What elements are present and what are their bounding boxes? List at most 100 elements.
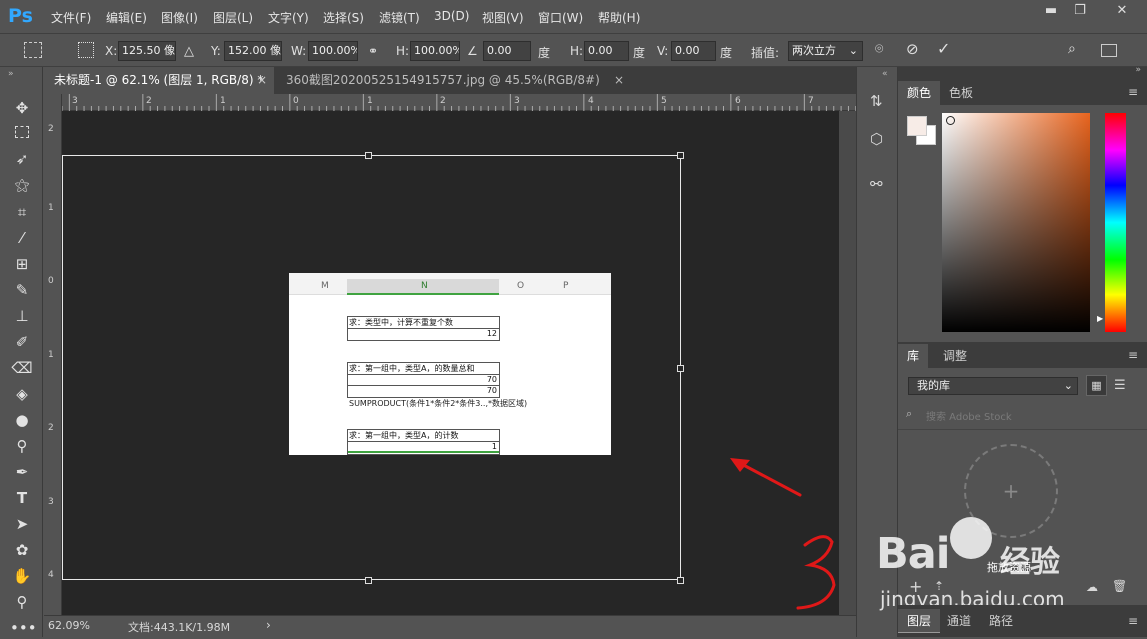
paint-bucket-tool-icon[interactable]: ◈ [10, 383, 34, 405]
transform-handle-top[interactable] [365, 152, 372, 159]
vskew-input[interactable]: 0.00 [671, 41, 716, 61]
status-menu-arrow-icon[interactable]: › [266, 618, 271, 632]
menu-filter[interactable]: 滤镜(T) [379, 9, 420, 26]
free-transform-box[interactable] [62, 155, 681, 580]
close-tab-icon[interactable]: × [257, 67, 267, 94]
blur-tool-icon[interactable]: ● [10, 409, 34, 431]
ruler-label: 4 [48, 570, 54, 580]
tab-adjustments[interactable]: 调整 [934, 344, 976, 368]
menu-help[interactable]: 帮助(H) [598, 9, 640, 26]
eraser-tool-icon[interactable]: ⌫ [10, 357, 34, 379]
paragraph-panel-icon[interactable]: ⚯ [870, 175, 883, 193]
color-field[interactable] [942, 113, 1090, 332]
tab-untitled[interactable]: 未标题-1 @ 62.1% (图层 1, RGB/8) * × [44, 67, 274, 94]
tab-color[interactable]: 颜色 [898, 81, 941, 105]
add-resource-icon[interactable]: + [909, 577, 922, 596]
collapse-toolbar-icon[interactable]: » [8, 69, 14, 79]
w-label: W: [291, 44, 307, 58]
type-tool-icon[interactable]: T [10, 487, 34, 509]
width-input[interactable]: 100.00% [308, 41, 358, 61]
panel-menu-icon[interactable]: ≡ [1128, 614, 1138, 628]
transform-handle-right[interactable] [677, 365, 684, 372]
clone-stamp-tool-icon[interactable]: ⊥ [10, 305, 34, 327]
watermark-brand: Bai [876, 529, 951, 579]
search-icon[interactable]: ⌕ [1068, 41, 1076, 57]
tab-libraries[interactable]: 库 [898, 344, 929, 368]
path-selection-tool-icon[interactable]: ➤ [10, 513, 34, 535]
3d-panel-icon[interactable]: ⬡ [870, 130, 883, 148]
brush-tool-icon[interactable]: ✎ [10, 279, 34, 301]
collapse-panels-icon[interactable]: « [882, 69, 888, 79]
menu-window[interactable]: 窗口(W) [538, 9, 583, 26]
foreground-color-swatch[interactable] [907, 116, 927, 136]
menu-file[interactable]: 文件(F) [51, 9, 91, 26]
zoom-tool-icon[interactable]: ⚲ [10, 591, 34, 613]
y-label: Y: [211, 44, 221, 58]
hskew-input[interactable]: 0.00 [584, 41, 629, 61]
library-select[interactable]: 我的库 ⌄ [908, 377, 1078, 395]
x-input[interactable]: 125.50 像素 [118, 41, 176, 61]
height-input[interactable]: 100.00% [410, 41, 460, 61]
menu-type[interactable]: 文字(Y) [268, 9, 309, 26]
transform-handle-top-right[interactable] [677, 152, 684, 159]
custom-shape-tool-icon[interactable]: ✿ [10, 539, 34, 561]
transform-handle-bottom-right[interactable] [677, 577, 684, 584]
close-tab-icon[interactable]: × [614, 67, 624, 94]
color-picker-cursor[interactable] [946, 116, 955, 125]
cancel-transform-icon[interactable]: ⊘ [906, 40, 919, 58]
transform-handle-bottom[interactable] [365, 577, 372, 584]
menu-image[interactable]: 图像(I) [161, 9, 198, 26]
hand-tool-icon[interactable]: ✋ [10, 565, 34, 587]
menu-3d[interactable]: 3D(D) [434, 9, 469, 23]
cloud-sync-icon[interactable]: ☁ [1086, 580, 1098, 594]
warp-icon[interactable]: ⌾ [875, 41, 883, 57]
y-input[interactable]: 152.00 像素 [224, 41, 282, 61]
tab-channels[interactable]: 通道 [938, 609, 980, 633]
vertical-ruler: 2 1 0 1 2 3 4 [44, 94, 62, 615]
history-brush-tool-icon[interactable]: ✐ [10, 331, 34, 353]
menu-edit[interactable]: 编辑(E) [106, 9, 147, 26]
menu-view[interactable]: 视图(V) [482, 9, 524, 26]
panel-menu-icon[interactable]: ≡ [1128, 348, 1138, 362]
move-tool-icon[interactable]: ✥ [10, 97, 34, 119]
horizontal-ruler: 3 2 1 0 1 2 3 4 5 6 7 [62, 94, 856, 111]
close-window-button[interactable]: ✕ [1097, 0, 1147, 22]
healing-brush-tool-icon[interactable]: ⊞ [10, 253, 34, 275]
magic-wand-tool-icon[interactable]: ⚝ [10, 174, 34, 196]
history-panel-icon[interactable]: ⇅ [870, 92, 883, 110]
zoom-level[interactable]: 62.09% [48, 619, 90, 632]
panel-menu-icon[interactable]: ≡ [1128, 85, 1138, 99]
more-tools-icon[interactable]: ••• [10, 617, 37, 639]
workspace-icon[interactable] [1101, 44, 1117, 57]
commit-transform-icon[interactable]: ✓ [937, 39, 950, 58]
interpolation-select[interactable]: 两次立方 ⌄ [788, 41, 863, 61]
menu-select[interactable]: 选择(S) [323, 9, 364, 26]
collapse-icon[interactable]: » [1135, 65, 1141, 75]
hue-slider[interactable] [1105, 113, 1126, 332]
rotate-input[interactable]: 0.00 [483, 41, 531, 61]
reference-point-icon[interactable] [78, 42, 94, 58]
eyedropper-tool-icon[interactable]: ⁄ [10, 227, 34, 249]
dodge-tool-icon[interactable]: ⚲ [10, 435, 34, 457]
tab-swatches[interactable]: 色板 [940, 81, 982, 105]
menu-layer[interactable]: 图层(L) [213, 9, 253, 26]
stock-search-input[interactable]: 搜索 Adobe Stock [926, 408, 1012, 423]
link-icon[interactable]: ⚭ [368, 44, 378, 58]
list-view-icon[interactable]: ☰ [1114, 378, 1126, 393]
tab-paths[interactable]: 路径 [980, 609, 1022, 633]
hue-slider-handle-icon[interactable]: ▶ [1097, 314, 1103, 323]
delta-icon[interactable]: △ [184, 44, 194, 59]
pen-tool-icon[interactable]: ✒ [10, 461, 34, 483]
lasso-tool-icon[interactable]: ➶ [10, 148, 34, 170]
crop-tool-icon[interactable]: ⌗ [10, 201, 34, 223]
restore-button[interactable]: ❐ [1063, 0, 1097, 22]
move-tool-preset-icon[interactable] [24, 42, 42, 58]
tab-screenshot[interactable]: 360截图20200525154915757.jpg @ 45.5%(RGB/8… [276, 67, 636, 94]
delete-icon[interactable]: 🗑 [1112, 579, 1127, 593]
vskew-label: V: [657, 44, 669, 58]
tab-layers[interactable]: 图层 [898, 609, 941, 633]
marquee-tool-icon[interactable] [10, 122, 34, 144]
upload-icon[interactable]: ⇡ [934, 579, 944, 593]
grid-view-icon[interactable]: ▦ [1086, 375, 1107, 396]
vertical-scrollbar[interactable] [839, 111, 856, 615]
